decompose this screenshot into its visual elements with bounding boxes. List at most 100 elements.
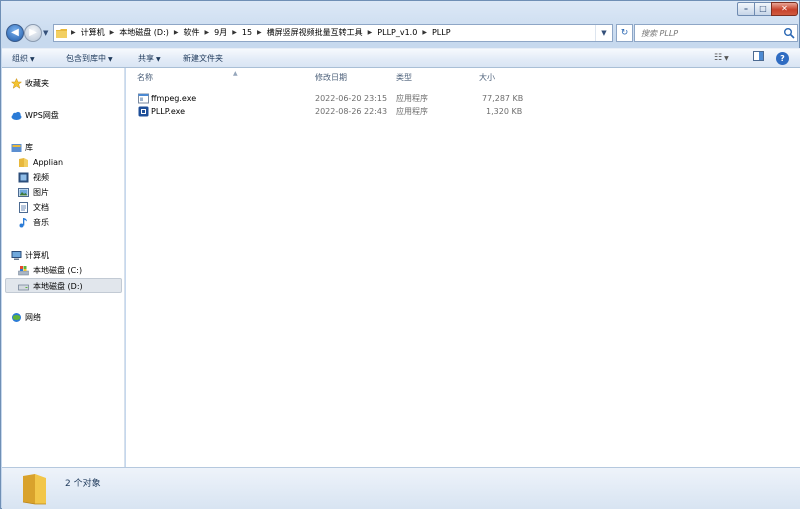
search-icon[interactable] [783, 27, 795, 39]
video-icon [18, 172, 29, 183]
organize-label: 组织 [12, 54, 28, 63]
breadcrumb-september[interactable]: 9月 [211, 25, 230, 41]
file-name: ffmpeg.exe [151, 94, 197, 103]
chevron-down-icon: ▼ [30, 56, 35, 63]
column-header-type[interactable]: 类型 [396, 71, 412, 85]
column-header-name[interactable]: 名称 ▲ [137, 71, 313, 85]
address-history-dropdown[interactable]: ▼ [595, 25, 612, 41]
file-row[interactable]: PLLP.exe 2022-08-26 22:43 应用程序 1,320 KB [126, 105, 800, 118]
music-note-icon [19, 218, 27, 228]
library-icon [11, 144, 22, 152]
refresh-button[interactable]: ↻ [616, 24, 633, 42]
minimize-icon: – [744, 4, 748, 13]
navigation-pane: 收藏夹 WPS网盘 库 Applian 视频 图片 文档 音乐 计算机 本地磁盘… [2, 68, 125, 467]
sidebar-item-libraries[interactable]: 库 [2, 140, 125, 155]
sidebar-label: 本地磁盘 (C:) [33, 266, 83, 275]
view-options-button[interactable]: ☷ ▼ [714, 51, 729, 66]
sidebar-label: 网络 [25, 313, 41, 322]
maximize-button[interactable]: □ [754, 2, 772, 16]
pllp-app-icon [138, 106, 149, 117]
file-size: 77,287 KB [482, 94, 524, 103]
breadcrumb-15[interactable]: 15 [239, 25, 255, 41]
chevron-right-icon[interactable]: ▶ [366, 25, 375, 41]
chevron-right-icon[interactable]: ▶ [255, 25, 264, 41]
share-menu[interactable]: 共享 ▼ [138, 49, 161, 68]
file-row[interactable]: ffmpeg.exe 2022-06-20 23:15 应用程序 77,287 … [126, 92, 800, 105]
search-input[interactable] [635, 25, 779, 41]
close-icon: ✕ [781, 4, 788, 13]
file-type: 应用程序 [396, 107, 428, 116]
details-pane: 2 个对象 [2, 467, 800, 509]
column-label: 类型 [396, 73, 412, 82]
chevron-right-icon[interactable]: ▶ [172, 25, 181, 41]
breadcrumb-software[interactable]: 软件 [181, 25, 203, 41]
item-count: 2 个对象 [65, 479, 101, 489]
include-in-library-label: 包含到库中 [66, 54, 106, 63]
breadcrumb-computer[interactable]: 计算机 [78, 25, 108, 41]
share-label: 共享 [138, 54, 154, 63]
preview-pane-button[interactable] [753, 51, 764, 66]
sidebar-item-favorites[interactable]: 收藏夹 [2, 76, 125, 91]
new-folder-label: 新建文件夹 [183, 54, 223, 63]
chevron-right-icon[interactable]: ▶ [203, 25, 212, 41]
organize-menu[interactable]: 组织 ▼ [12, 49, 35, 68]
sidebar-item-applian[interactable]: Applian [2, 155, 125, 170]
sidebar-item-music[interactable]: 音乐 [2, 215, 125, 230]
sort-arrow-icon: ▲ [233, 70, 238, 77]
breadcrumb-pllp-v1[interactable]: PLLP_v1.0 [374, 25, 420, 41]
sidebar-item-wps-cloud[interactable]: WPS网盘 [2, 108, 125, 123]
breadcrumb-drive-d[interactable]: 本地磁盘 (D:) [116, 25, 172, 41]
sidebar-label: 本地磁盘 (D:) [33, 282, 83, 291]
close-button[interactable]: ✕ [771, 2, 798, 16]
recent-pages-dropdown[interactable]: ▼ [43, 28, 51, 38]
sidebar-item-videos[interactable]: 视频 [2, 170, 125, 185]
navigation-bar: ◀ ▶ ▼ ▶ 计算机 ▶ 本地磁盘 (D:) ▶ 软件 ▶ 9月 ▶ 15 ▶… [3, 24, 799, 44]
breadcrumb-tool-folder[interactable]: 横屏竖屏视频批量互转工具 [264, 25, 366, 41]
file-list: 名称 ▲ 修改日期 类型 大小 ffmpeg.exe 2022-06-20 23:… [126, 68, 800, 467]
sidebar-label: 收藏夹 [25, 79, 49, 88]
chevron-right-icon[interactable]: ▶ [69, 25, 78, 41]
back-button[interactable]: ◀ [6, 24, 24, 42]
hard-drive-icon [18, 284, 29, 291]
chevron-down-icon: ▼ [156, 56, 161, 63]
help-button[interactable]: ? [776, 52, 789, 65]
folder-icon [19, 158, 28, 167]
picture-icon [18, 188, 29, 197]
explorer-window: – □ ✕ ◀ ▶ ▼ ▶ 计算机 ▶ 本地磁盘 (D:) ▶ 软件 ▶ 9月 … [0, 0, 800, 509]
folder-icon [56, 29, 67, 38]
command-bar: 组织 ▼ 包含到库中 ▼ 共享 ▼ 新建文件夹 ☷ ▼ ? [2, 48, 800, 68]
column-header-size[interactable]: 大小 [479, 71, 495, 85]
column-label: 修改日期 [315, 73, 347, 82]
chevron-right-icon[interactable]: ▶ [230, 25, 239, 41]
sidebar-item-computer[interactable]: 计算机 [2, 248, 125, 263]
ffmpeg-app-icon [138, 93, 149, 104]
sidebar-item-pictures[interactable]: 图片 [2, 185, 125, 200]
chevron-right-icon[interactable]: ▶ [108, 25, 117, 41]
column-header-modified[interactable]: 修改日期 [315, 71, 347, 85]
document-icon [19, 202, 28, 213]
cloud-icon [11, 111, 22, 120]
chevron-down-icon: ▼ [108, 56, 113, 63]
network-icon [12, 313, 21, 322]
sidebar-item-documents[interactable]: 文档 [2, 200, 125, 215]
forward-arrow-icon: ▶ [29, 27, 37, 38]
forward-button[interactable]: ▶ [24, 24, 42, 42]
minimize-button[interactable]: – [737, 2, 755, 16]
breadcrumb: ▶ 计算机 ▶ 本地磁盘 (D:) ▶ 软件 ▶ 9月 ▶ 15 ▶ 横屏竖屏视… [56, 25, 596, 41]
column-label: 大小 [479, 73, 495, 82]
star-icon [11, 78, 22, 89]
sidebar-item-network[interactable]: 网络 [2, 310, 125, 325]
file-name: PLLP.exe [151, 107, 186, 116]
chevron-right-icon[interactable]: ▶ [420, 25, 429, 41]
sidebar-item-drive-c[interactable]: 本地磁盘 (C:) [2, 263, 125, 278]
preview-pane-icon [753, 51, 764, 61]
refresh-icon: ↻ [620, 28, 629, 38]
address-bar[interactable]: ▶ 计算机 ▶ 本地磁盘 (D:) ▶ 软件 ▶ 9月 ▶ 15 ▶ 横屏竖屏视… [53, 24, 613, 42]
breadcrumb-pllp[interactable]: PLLP [429, 25, 454, 41]
include-in-library-menu[interactable]: 包含到库中 ▼ [66, 49, 113, 68]
sidebar-label: 音乐 [33, 218, 49, 227]
file-modified: 2022-06-20 23:15 [315, 94, 388, 103]
sidebar-item-drive-d[interactable]: 本地磁盘 (D:) [5, 278, 122, 293]
new-folder-button[interactable]: 新建文件夹 [183, 49, 223, 68]
search-box[interactable] [634, 24, 798, 42]
